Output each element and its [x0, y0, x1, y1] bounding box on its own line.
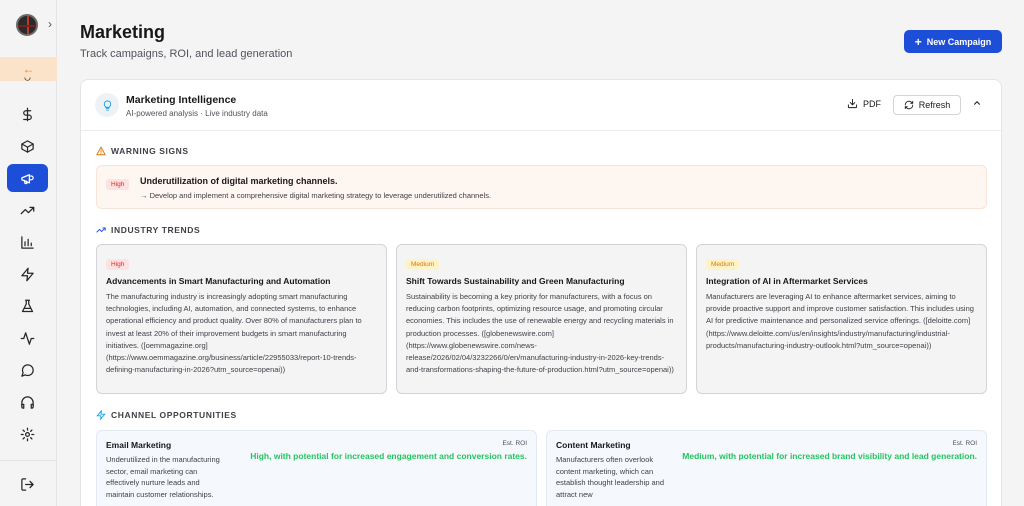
trend-body: Manufacturers are leveraging AI to enhan…	[706, 292, 974, 350]
industry-trends-heading: INDUSTRY TRENDS	[96, 225, 200, 235]
pdf-label: PDF	[863, 98, 881, 109]
priority-badge: High	[106, 179, 130, 190]
trend-title: Integration of AI in Aftermarket Service…	[706, 276, 868, 286]
warning-signs-heading: WARNING SIGNS	[96, 146, 189, 156]
trending-up-icon[interactable]	[7, 196, 48, 224]
roi-label: Est. ROI	[502, 440, 527, 447]
new-campaign-label: New Campaign	[926, 36, 992, 47]
refresh-label: Refresh	[918, 100, 951, 110]
industry-trends-label: INDUSTRY TRENDS	[111, 225, 201, 235]
box-icon[interactable]	[7, 132, 48, 160]
trend-card: High Advancements in Smart Manufacturing…	[96, 244, 387, 394]
channel-card: Email Marketing Underutilized in the man…	[96, 430, 537, 506]
channel-description: Manufacturers often overlook content mar…	[556, 455, 664, 499]
sidebar-divider	[0, 460, 57, 461]
page-subtitle: Track campaigns, ROI, and lead generatio…	[80, 48, 293, 60]
channel-opportunities-heading: CHANNEL OPPORTUNITIES	[96, 410, 237, 420]
trend-body: The manufacturing industry is increasing…	[106, 292, 362, 375]
zap-icon	[96, 410, 106, 420]
trend-body: Sustainability is becoming a key priorit…	[406, 292, 674, 375]
warning-title: Underutilization of digital marketing ch…	[140, 176, 338, 186]
priority-badge: Medium	[406, 259, 440, 270]
trend-card: Medium Integration of AI in Aftermarket …	[696, 244, 987, 394]
logout-icon[interactable]	[7, 470, 48, 498]
message-icon[interactable]	[7, 356, 48, 384]
download-icon	[847, 98, 858, 109]
card-subtitle: AI-powered analysis · Live industry data	[126, 109, 268, 118]
headphones-icon[interactable]	[7, 388, 48, 416]
chevron-right-icon[interactable]: ›	[48, 17, 52, 31]
app-logo[interactable]	[16, 14, 38, 36]
channel-card: Content Marketing Manufacturers often ov…	[546, 430, 987, 506]
priority-badge: Medium	[706, 259, 740, 270]
page-title: Marketing	[80, 22, 166, 42]
sidebar-item-partial[interactable]	[7, 72, 48, 90]
zap-icon[interactable]	[7, 260, 48, 288]
sidebar: › ←	[0, 0, 57, 506]
roi-value: Medium, with potential for increased bra…	[682, 451, 977, 461]
channel-opportunities-label: CHANNEL OPPORTUNITIES	[111, 410, 237, 420]
warning-icon	[96, 146, 106, 156]
roi-value: High, with potential for increased engag…	[250, 451, 527, 461]
activity-icon[interactable]	[7, 324, 48, 352]
channel-name: Content Marketing	[556, 440, 631, 450]
pdf-button[interactable]: PDF	[847, 98, 881, 109]
warning-action: → Develop and implement a comprehensive …	[140, 191, 492, 200]
card-title: Marketing Intelligence	[126, 94, 237, 106]
plus-icon: +	[914, 34, 922, 49]
lightbulb-icon	[95, 93, 119, 117]
gear-icon[interactable]	[7, 420, 48, 448]
trend-title: Shift Towards Sustainability and Green M…	[406, 276, 625, 286]
dollar-icon[interactable]	[7, 100, 48, 128]
marketing-intelligence-card: Marketing Intelligence AI-powered analys…	[80, 79, 1002, 506]
card-header: Marketing Intelligence AI-powered analys…	[81, 80, 1001, 131]
megaphone-icon[interactable]	[7, 164, 48, 192]
bar-chart-icon[interactable]	[7, 228, 48, 256]
warning-item: High Underutilization of digital marketi…	[96, 165, 987, 209]
new-campaign-button[interactable]: + New Campaign	[904, 30, 1002, 53]
chevron-up-icon[interactable]	[972, 98, 982, 111]
trend-title: Advancements in Smart Manufacturing and …	[106, 276, 331, 286]
refresh-button[interactable]: Refresh	[893, 95, 961, 115]
warning-signs-label: WARNING SIGNS	[111, 146, 189, 156]
priority-badge: High	[106, 259, 130, 270]
channel-name: Email Marketing	[106, 440, 172, 450]
roi-label: Est. ROI	[952, 440, 977, 447]
trend-card: Medium Shift Towards Sustainability and …	[396, 244, 687, 394]
refresh-icon	[904, 100, 913, 110]
channel-description: Underutilized in the manufacturing secto…	[106, 455, 220, 499]
trending-up-icon	[96, 227, 106, 233]
flask-icon[interactable]	[7, 292, 48, 320]
